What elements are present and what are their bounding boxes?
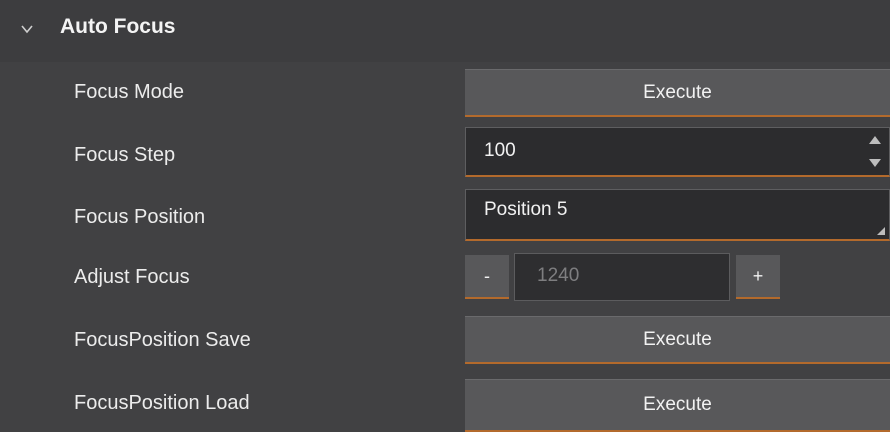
focus-step-label: Focus Step (74, 144, 176, 166)
adjust-focus-value: 1240 (537, 265, 580, 286)
focus-position-load-label: FocusPosition Load (74, 392, 250, 414)
adjust-focus-input: 1240 (514, 253, 730, 301)
spin-down-icon[interactable] (869, 159, 881, 167)
auto-focus-panel: Auto Focus Focus Mode Execute Focus Step… (0, 0, 890, 432)
focus-position-select[interactable]: Position 5 (465, 189, 890, 241)
adjust-focus-label: Adjust Focus (74, 266, 190, 288)
decrement-button[interactable]: - (465, 255, 509, 299)
focus-step-spinbox[interactable]: 100 (465, 127, 890, 177)
focus-mode-execute-button[interactable]: Execute (465, 69, 890, 117)
focus-position-value: Position 5 (484, 199, 568, 220)
spin-up-icon[interactable] (869, 136, 881, 144)
chevron-down-icon[interactable] (20, 22, 34, 36)
resize-grip-icon (877, 227, 885, 235)
focus-position-save-label: FocusPosition Save (74, 329, 251, 351)
focus-position-save-execute-button[interactable]: Execute (465, 316, 890, 364)
focus-position-label: Focus Position (74, 206, 206, 228)
focus-step-value: 100 (484, 140, 516, 161)
focus-position-load-execute-button[interactable]: Execute (465, 379, 890, 432)
section-header[interactable]: Auto Focus (0, 0, 890, 62)
focus-mode-label: Focus Mode (74, 81, 185, 103)
increment-button[interactable]: + (736, 255, 780, 299)
section-title: Auto Focus (60, 15, 176, 38)
